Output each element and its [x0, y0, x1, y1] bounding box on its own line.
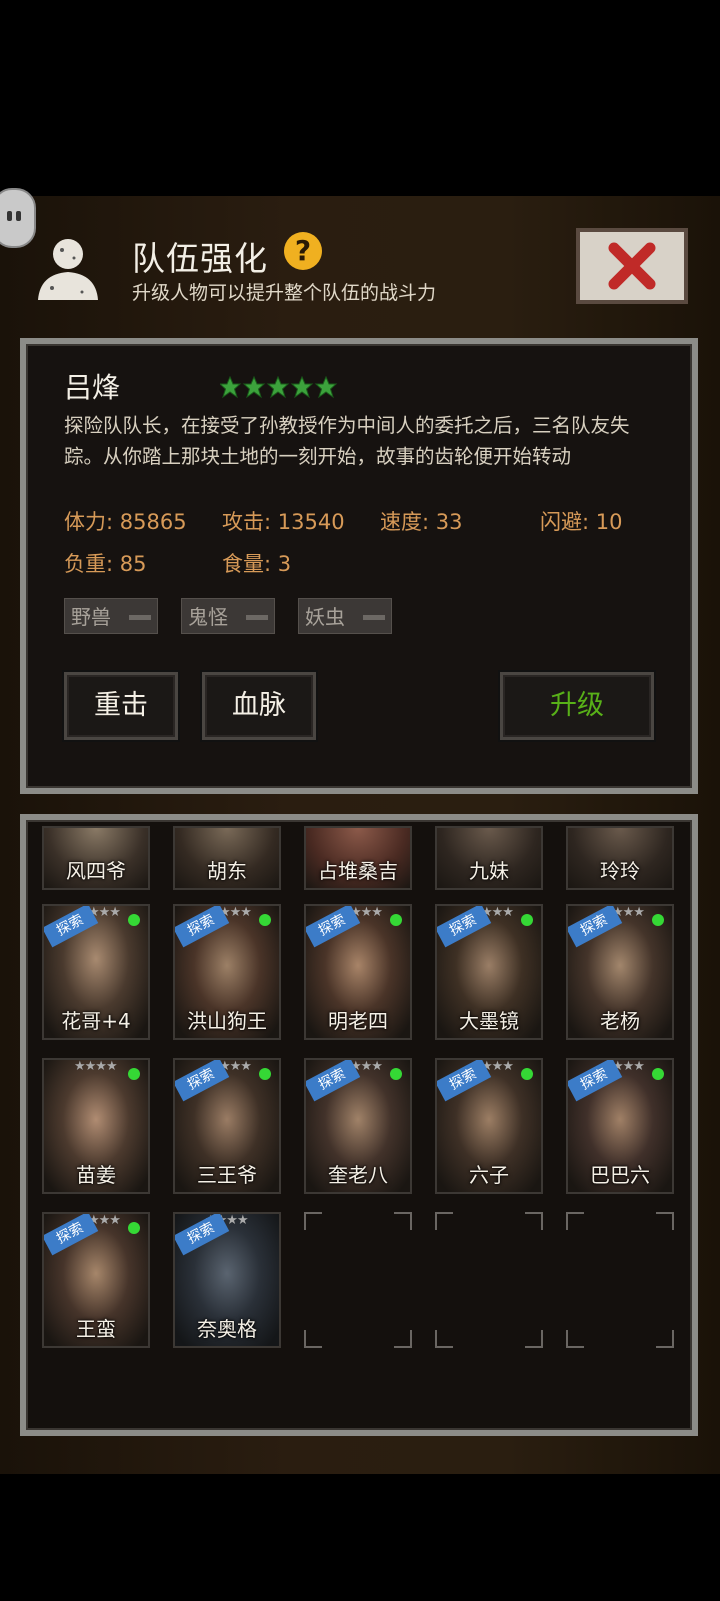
empty-slot — [435, 1212, 543, 1348]
roster-card[interactable]: 风四爷 — [42, 826, 150, 890]
character-name: 吕烽 — [64, 371, 121, 404]
avatar-silhouette-icon — [38, 239, 98, 300]
roster-card[interactable]: ★★★ 探索 巴巴六 — [566, 1058, 674, 1194]
floating-assist-button[interactable] — [0, 188, 36, 248]
online-indicator — [128, 914, 140, 926]
roster-card[interactable]: 占堆桑吉 — [304, 826, 412, 890]
stat-food: 食量: 3 — [222, 552, 292, 576]
character-description: 探险队队长，在接受了孙教授作为中间人的委托之后，三名队友失踪。从你踏上那块土地的… — [64, 414, 630, 468]
online-indicator — [259, 914, 271, 926]
empty-slot — [566, 1212, 674, 1348]
heavy-strike-button[interactable]: 重击 — [64, 672, 178, 740]
close-button[interactable] — [576, 228, 688, 304]
roster-card[interactable]: 胡东 — [173, 826, 281, 890]
online-indicator — [652, 914, 664, 926]
bloodline-button[interactable]: 血脉 — [202, 672, 316, 740]
online-indicator — [652, 1068, 664, 1080]
stat-load: 负重: 85 — [64, 552, 147, 576]
question-icon[interactable]: ? — [284, 232, 322, 270]
roster-card[interactable]: ★★★ 探索 三王爷 — [173, 1058, 281, 1194]
page-title: 队伍强化 — [132, 239, 268, 278]
roster-card[interactable]: ★★★★ 苗姜 — [42, 1058, 150, 1194]
online-indicator — [390, 914, 402, 926]
stat-attack: 攻击: 13540 — [222, 510, 345, 534]
roster-card[interactable]: 玲玲 — [566, 826, 674, 890]
online-indicator — [259, 1068, 271, 1080]
roster-card[interactable]: ★★★ 探索 花哥+4 — [42, 904, 150, 1040]
roster-card[interactable]: ★★★ 探索 奎老八 — [304, 1058, 412, 1194]
star-rating — [220, 376, 338, 399]
stat-speed: 速度: 33 — [380, 510, 463, 534]
roster-card[interactable]: ★★★ 探索 明老四 — [304, 904, 412, 1040]
online-indicator — [521, 914, 533, 926]
stat-hp: 体力: 85865 — [64, 510, 187, 534]
online-indicator — [128, 1068, 140, 1080]
roster-card[interactable]: ★★★ 探索 大墨镜 — [435, 904, 543, 1040]
online-indicator — [390, 1068, 402, 1080]
upgrade-button[interactable]: 升级 — [500, 672, 654, 740]
roster-card[interactable]: ★★★ 探索 洪山狗王 — [173, 904, 281, 1040]
empty-slot — [304, 1212, 412, 1348]
online-indicator — [128, 1222, 140, 1234]
close-x-icon — [608, 242, 656, 290]
tag-insect: 妖虫 — [298, 598, 392, 634]
roster-card[interactable]: ★★★ 探索 老杨 — [566, 904, 674, 1040]
tag-ghost: 鬼怪 — [181, 598, 275, 634]
roster-card[interactable]: ★★★ 探索 六子 — [435, 1058, 543, 1194]
roster-card[interactable]: 九妹 — [435, 826, 543, 890]
tag-beast: 野兽 — [64, 598, 158, 634]
roster-card[interactable]: ★★★★ 探索 奈奥格 — [173, 1212, 281, 1348]
page-subtitle: 升级人物可以提升整个队伍的战斗力 — [132, 282, 437, 304]
roster-card[interactable]: ★★★ 探索 王蛮 — [42, 1212, 150, 1348]
online-indicator — [521, 1068, 533, 1080]
stat-dodge: 闪避: 10 — [540, 510, 623, 534]
